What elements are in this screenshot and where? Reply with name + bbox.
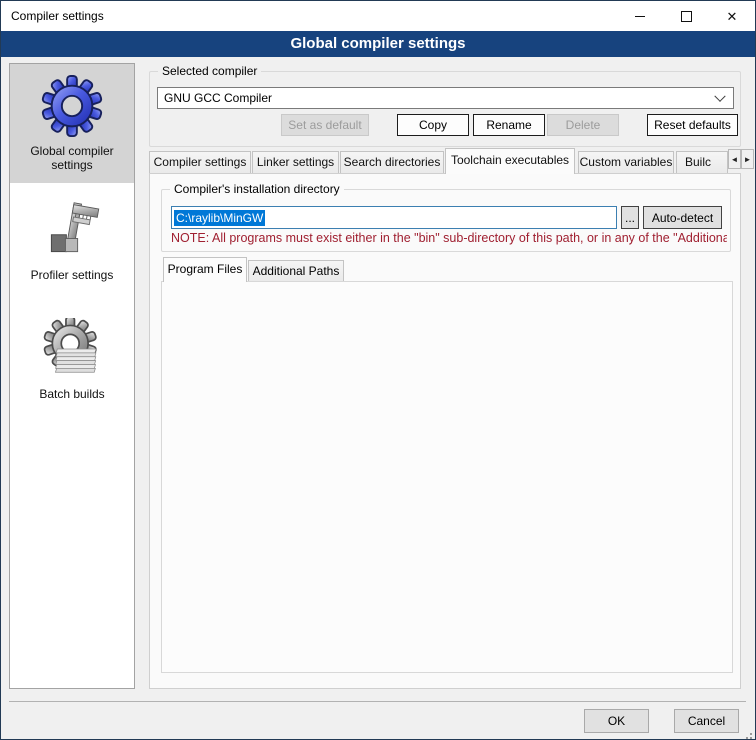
dialog-body: Global compiler settings: [1, 57, 755, 739]
compiler-select-value: GNU GCC Compiler: [164, 91, 272, 105]
compiler-select[interactable]: GNU GCC Compiler: [157, 87, 734, 109]
auto-detect-button[interactable]: Auto-detect: [643, 206, 722, 229]
bin-subdirectory-note: NOTE: All programs must exist either in …: [171, 231, 727, 245]
compiler-settings-window: Compiler settings ✕ Global compiler sett…: [0, 0, 756, 740]
delete-button[interactable]: Delete: [547, 114, 619, 136]
arrow-right-icon: ►: [744, 155, 752, 164]
sidebar-item-label: Batch builds: [39, 387, 104, 401]
maximize-icon: [681, 11, 692, 22]
sidebar-item-batch-builds[interactable]: Batch builds: [10, 299, 134, 419]
close-icon: ✕: [727, 10, 738, 23]
subtab-program-files[interactable]: Program Files: [163, 257, 247, 282]
chevron-down-icon: [714, 91, 725, 102]
tab-custom-variables[interactable]: Custom variables: [578, 151, 674, 173]
cancel-button[interactable]: Cancel: [674, 709, 739, 733]
title-bar: Compiler settings ✕: [1, 1, 755, 31]
copy-button[interactable]: Copy: [397, 114, 469, 136]
resize-grip[interactable]: [742, 729, 752, 739]
gray-gear-stack-icon: [41, 318, 103, 380]
installation-directory-legend: Compiler's installation directory: [170, 182, 344, 197]
subtab-additional-paths[interactable]: Additional Paths: [248, 260, 344, 281]
tab-search-directories[interactable]: Search directories: [340, 151, 444, 173]
maximize-button[interactable]: [663, 1, 709, 31]
tab-scroll-right-button[interactable]: ►: [741, 149, 754, 169]
selected-compiler-legend: Selected compiler: [158, 64, 261, 79]
dialog-banner-title: Global compiler settings: [1, 31, 755, 57]
tab-scroll-left-button[interactable]: ◄: [728, 149, 741, 169]
sidebar-item-label: Global compiler settings: [12, 144, 132, 172]
selected-path-text: C:\raylib\MinGW: [174, 210, 265, 226]
tab-linker-settings[interactable]: Linker settings: [252, 151, 339, 173]
sidebar-item-profiler-settings[interactable]: Profiler settings: [10, 185, 134, 297]
caliper-icon: [42, 201, 102, 261]
installation-directory-input[interactable]: C:\raylib\MinGW: [171, 206, 617, 229]
rename-button[interactable]: Rename: [473, 114, 545, 136]
caption-buttons: ✕: [617, 1, 755, 31]
settings-category-list: Global compiler settings: [9, 63, 135, 689]
window-title: Compiler settings: [11, 9, 104, 23]
tab-build-options-clipped[interactable]: Builc: [676, 151, 728, 173]
footer-separator: [9, 701, 746, 702]
arrow-left-icon: ◄: [731, 155, 739, 164]
tab-compiler-settings[interactable]: Compiler settings: [149, 151, 251, 173]
tab-toolchain-executables[interactable]: Toolchain executables: [445, 148, 575, 174]
minimize-button[interactable]: [617, 1, 663, 31]
program-files-panel: [161, 281, 733, 673]
set-as-default-button[interactable]: Set as default: [281, 114, 369, 136]
browse-directory-button[interactable]: ...: [621, 206, 639, 229]
ok-button[interactable]: OK: [584, 709, 649, 733]
sidebar-item-label: Profiler settings: [31, 268, 114, 282]
close-button[interactable]: ✕: [709, 1, 755, 31]
minimize-icon: [635, 16, 645, 17]
sidebar-item-global-compiler-settings[interactable]: Global compiler settings: [10, 64, 134, 183]
reset-defaults-button[interactable]: Reset defaults: [647, 114, 738, 136]
blue-gear-icon: [41, 75, 103, 137]
